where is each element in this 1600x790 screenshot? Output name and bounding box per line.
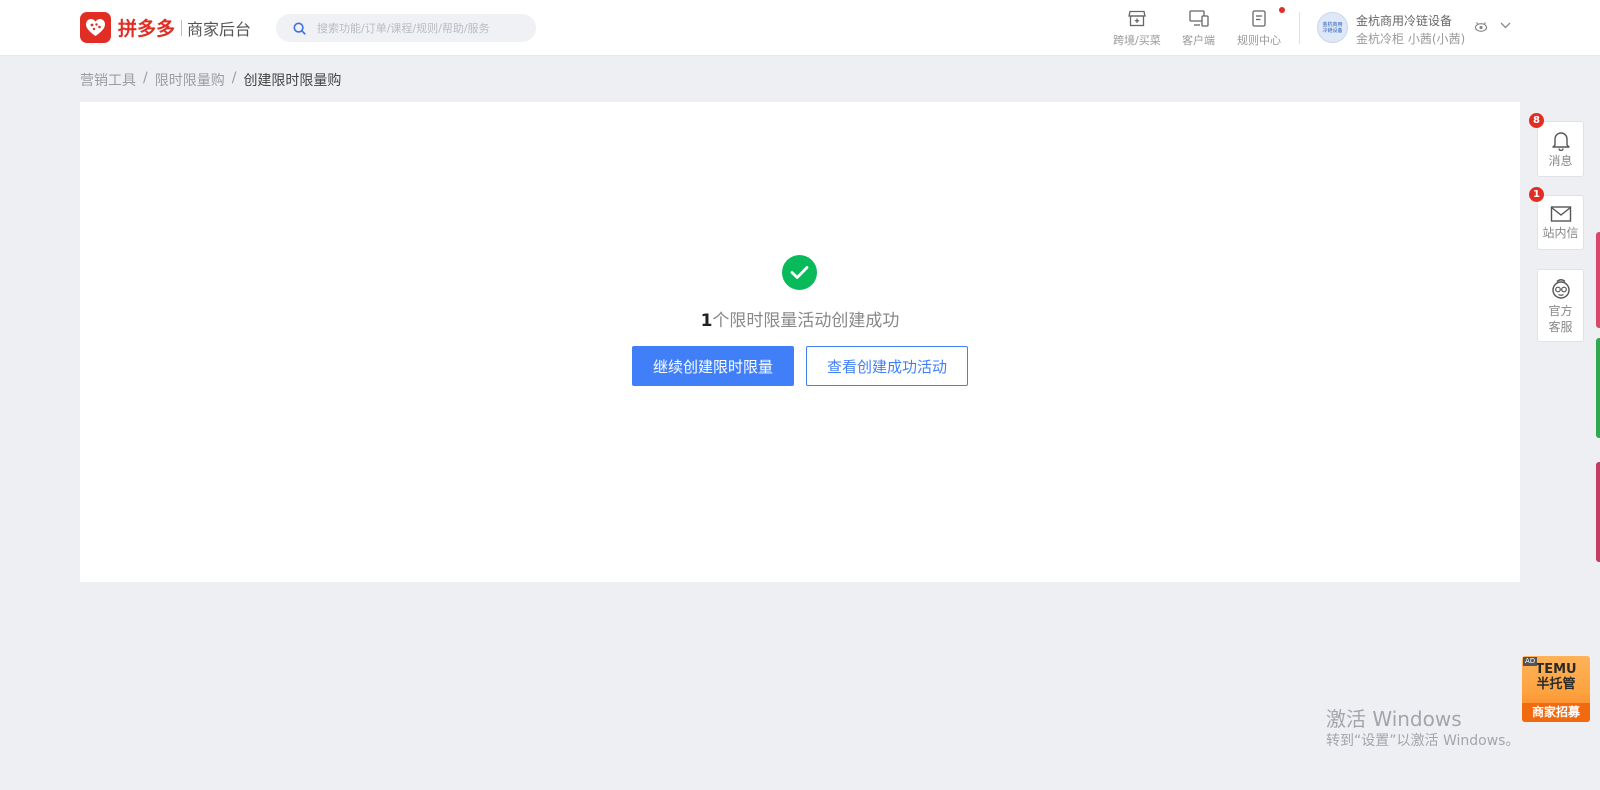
inbox-count-badge: 1 xyxy=(1529,187,1544,202)
success-count: 1 xyxy=(700,311,713,331)
breadcrumb-separator: / xyxy=(143,70,148,86)
ad-tag: AD xyxy=(1523,657,1538,666)
view-created-activity-button[interactable]: 查看创建成功活动 xyxy=(806,346,968,386)
success-text: 个限时限量活动创建成功 xyxy=(712,311,900,331)
shop-name[interactable]: 金杭商用冷链设备 xyxy=(1356,12,1452,29)
success-message: 1个限时限量活动创建成功 xyxy=(80,306,1520,331)
tool-desktop-client[interactable]: 客户端 xyxy=(1182,8,1215,48)
mail-icon xyxy=(1550,206,1571,222)
message-count-badge: 8 xyxy=(1529,113,1544,128)
tool-label: 跨境/买菜 xyxy=(1113,34,1161,47)
brand-divider xyxy=(181,19,183,36)
float-label: 站内信 xyxy=(1542,226,1579,240)
result-card: 1个限时限量活动创建成功 继续创建限时限量 查看创建成功活动 xyxy=(80,102,1520,582)
tool-rules-center[interactable]: 规则中心 xyxy=(1237,7,1285,48)
float-label: 消息 xyxy=(1548,154,1573,168)
float-messages[interactable]: 8 消息 xyxy=(1529,113,1584,177)
temu-recruit-ad[interactable]: AD TEMU 半托管 商家招募 xyxy=(1522,656,1590,722)
search-input[interactable] xyxy=(315,20,525,36)
top-bar: 拼多多 商家后台 跨境/买菜 客户端 规则中心 金杭商用冷链设备 金杭商用冷链设… xyxy=(0,0,1600,56)
float-inbox[interactable]: 1 站内信 xyxy=(1529,187,1584,250)
customer-service-icon xyxy=(1551,279,1570,299)
float-label: 官方客服 xyxy=(1548,304,1573,334)
bell-icon xyxy=(1551,132,1570,151)
brand-logo[interactable]: 拼多多 商家后台 xyxy=(80,12,251,43)
shop-user: 金杭冷柜 小茜(小茜) xyxy=(1356,32,1466,46)
ad-cta: 商家招募 xyxy=(1522,703,1590,722)
windows-activation-title: 激活 Windows xyxy=(1326,707,1462,731)
header-divider xyxy=(1299,12,1300,44)
tool-cross-border[interactable]: 跨境/买菜 xyxy=(1113,8,1161,48)
notification-dot xyxy=(1279,7,1285,13)
windows-activation-subtitle: 转到“设置”以激活 Windows。 xyxy=(1326,733,1520,749)
side-banner-strip[interactable] xyxy=(1596,232,1600,328)
desktop-icon xyxy=(1182,8,1215,28)
continue-create-button[interactable]: 继续创建限时限量 xyxy=(632,346,794,386)
success-check-icon xyxy=(782,255,817,290)
side-banner-strip[interactable] xyxy=(1596,338,1600,438)
brand-name: 拼多多 xyxy=(118,18,176,40)
float-customer-service[interactable]: 官方客服 xyxy=(1537,269,1584,342)
breadcrumb-separator: / xyxy=(231,70,237,86)
side-banner-strip[interactable] xyxy=(1596,462,1600,562)
breadcrumb-item-flash-sale[interactable]: 限时限量购 xyxy=(155,70,225,90)
breadcrumb-item-current: 创建限时限量购 xyxy=(243,73,342,89)
tool-label: 规则中心 xyxy=(1237,34,1281,47)
global-search[interactable] xyxy=(276,14,536,42)
eye-icon[interactable] xyxy=(1474,21,1488,33)
shop-avatar[interactable]: 金杭商用冷链设备 xyxy=(1317,12,1348,43)
breadcrumb: 营销工具 / 限时限量购 / 创建限时限量购 xyxy=(80,70,341,90)
store-icon xyxy=(1113,8,1161,28)
pinduoduo-logo-icon xyxy=(80,12,111,43)
search-icon xyxy=(293,21,306,35)
breadcrumb-item-marketing-tools[interactable]: 营销工具 xyxy=(80,70,136,90)
tool-label: 客户端 xyxy=(1182,34,1215,47)
document-icon xyxy=(1237,7,1285,28)
ad-subtitle: 半托管 xyxy=(1536,677,1576,692)
brand-subtitle: 商家后台 xyxy=(187,19,252,39)
chevron-down-icon[interactable] xyxy=(1500,22,1511,29)
